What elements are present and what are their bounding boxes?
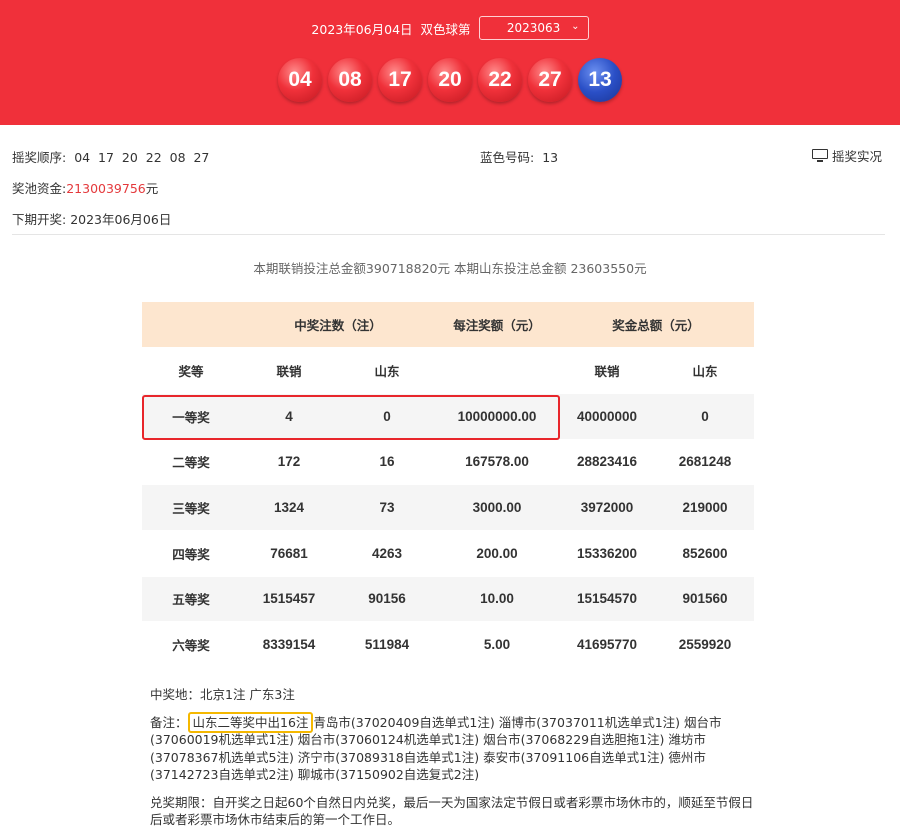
prize-per-bet: 5.00 (436, 621, 559, 668)
blue-ball: 13 (578, 58, 622, 102)
total-union: 41695770 (558, 621, 657, 668)
remark-paragraph: 备注： 山东二等奖中出16注 青岛市(37020409自选单式1注) 淄博市(370… (150, 711, 760, 784)
table-row: 三等奖 1324 73 3000.00 3972000 219000 (142, 484, 755, 531)
sales-totals: 本期联销投注总金额390718820元 本期山东投注总金额 23603550元 (253, 261, 647, 276)
prize-per-bet: 3000.00 (436, 484, 559, 531)
table-group-header-row: 中奖注数（注） 每注奖额（元） 奖金总额（元） (142, 302, 755, 349)
blue-number-label: 蓝色号码: (480, 150, 535, 165)
table-row: 六等奖 8339154 511984 5.00 41695770 2559920 (142, 621, 755, 668)
winners-shandong: 73 (338, 484, 437, 531)
prize-pool-value: 2130039756 (66, 181, 146, 196)
next-draw-label: 下期开奖: (12, 212, 67, 227)
total-union: 28823416 (558, 439, 657, 486)
winners-shandong: 4263 (338, 530, 437, 577)
red-ball: 27 (528, 58, 572, 102)
winners-union: 172 (240, 439, 338, 486)
table-header-total-prize: 奖金总额（元） (558, 302, 755, 349)
total-shandong: 901560 (656, 576, 755, 623)
prize-level: 五等奖 (142, 576, 240, 623)
game-label: 双色球第 (420, 21, 471, 37)
prize-level: 二等奖 (142, 439, 240, 486)
prize-per-bet: 200.00 (436, 530, 559, 577)
winners-shandong: 90156 (338, 576, 437, 623)
winners-union: 8339154 (240, 621, 338, 668)
total-shandong: 852600 (656, 530, 755, 577)
draw-order-line: 摇奖顺序: 04 17 20 22 08 27 (12, 147, 209, 166)
live-draw-label: 摇奖实况 (832, 149, 883, 164)
winners-union: 1324 (240, 484, 338, 531)
draw-order-values: 04 17 20 22 08 27 (74, 150, 210, 165)
total-union: 15154570 (558, 576, 657, 623)
monitor-icon (812, 148, 828, 163)
draw-date: 2023年06月04日 (311, 21, 413, 37)
next-draw-line: 下期开奖: 2023年06月06日 (12, 209, 171, 228)
total-union: 15336200 (558, 530, 657, 577)
red-ball: 22 (478, 58, 522, 102)
first-prize-highlight (142, 395, 560, 440)
prize-pool-line: 奖池资金:2130039756元 (12, 178, 158, 197)
red-ball: 17 (378, 58, 422, 102)
total-shandong: 219000 (656, 484, 755, 531)
prize-level: 三等奖 (142, 484, 240, 531)
total-shandong: 0 (656, 393, 755, 440)
redeem-deadline: 兑奖期限：自开奖之日起60个自然日内兑奖，最后一天为国家法定节假日或者彩票市场休… (150, 794, 754, 828)
draw-banner: 2023年06月04日 双色球第 2023063 ⌄ 04 08 17 20 2… (0, 0, 900, 125)
total-union: 40000000 (558, 393, 657, 440)
remark-highlight: 山东二等奖中出16注 (187, 711, 314, 733)
total-shandong: 2559920 (656, 621, 755, 668)
winners-union: 76681 (240, 530, 338, 577)
table-sub-header (436, 347, 559, 394)
table-row: 二等奖 172 16 167578.00 28823416 2681248 (142, 439, 755, 486)
live-draw-link[interactable]: 摇奖实况 (812, 146, 882, 165)
issue-value: 2023063 (506, 21, 561, 35)
total-shandong: 2681248 (656, 439, 755, 486)
red-ball: 04 (278, 58, 322, 102)
winners-shandong: 511984 (338, 621, 437, 668)
winning-balls: 04 08 17 20 22 27 13 (0, 58, 900, 104)
table-sub-header: 奖等 (142, 347, 240, 394)
notes-section: 中奖地：北京1注 广东3注 备注： 山东二等奖中出16注 青岛市(37020409自… (150, 686, 760, 837)
table-sub-header: 山东 (338, 347, 437, 394)
table-header-per-prize: 每注奖额（元） (436, 302, 559, 349)
prize-per-bet: 167578.00 (436, 439, 559, 486)
prize-level: 四等奖 (142, 530, 240, 577)
issue-select[interactable]: 2023063 ⌄ (478, 16, 589, 40)
table-sub-header: 山东 (656, 347, 755, 394)
red-ball: 08 (328, 58, 372, 102)
draw-title-row: 2023年06月04日 双色球第 2023063 ⌄ (0, 15, 900, 41)
winners-shandong: 16 (338, 439, 437, 486)
winners-union: 1515457 (240, 576, 338, 623)
prize-pool-label: 奖池资金: (12, 181, 67, 196)
prize-pool-unit: 元 (145, 181, 159, 196)
blue-number-line: 蓝色号码: 13 (480, 147, 558, 166)
table-sub-header: 联销 (240, 347, 338, 394)
divider (12, 234, 885, 235)
prize-per-bet: 10.00 (436, 576, 559, 623)
table-header-winners: 中奖注数（注） (240, 302, 437, 349)
winners-location: 中奖地：北京1注 广东3注 (150, 687, 295, 702)
table-row: 四等奖 76681 4263 200.00 15336200 852600 (142, 530, 755, 577)
draw-order-label: 摇奖顺序: (12, 150, 67, 165)
chevron-down-icon: ⌄ (571, 21, 580, 32)
table-sub-header-row: 奖等 联销 山东 联销 山东 (142, 347, 755, 394)
total-union: 3972000 (558, 484, 657, 531)
next-draw-value: 2023年06月06日 (70, 212, 172, 227)
table-row: 五等奖 1515457 90156 10.00 15154570 901560 (142, 576, 755, 623)
table-sub-header: 联销 (558, 347, 657, 394)
blue-number-value: 13 (542, 150, 559, 165)
red-ball: 20 (428, 58, 472, 102)
table-header-blank (142, 302, 240, 349)
remark-label: 备注： (150, 714, 188, 730)
prize-table: 中奖注数（注） 每注奖额（元） 奖金总额（元） 奖等 联销 山东 联销 山东 一… (142, 302, 755, 668)
prize-level: 六等奖 (142, 621, 240, 668)
